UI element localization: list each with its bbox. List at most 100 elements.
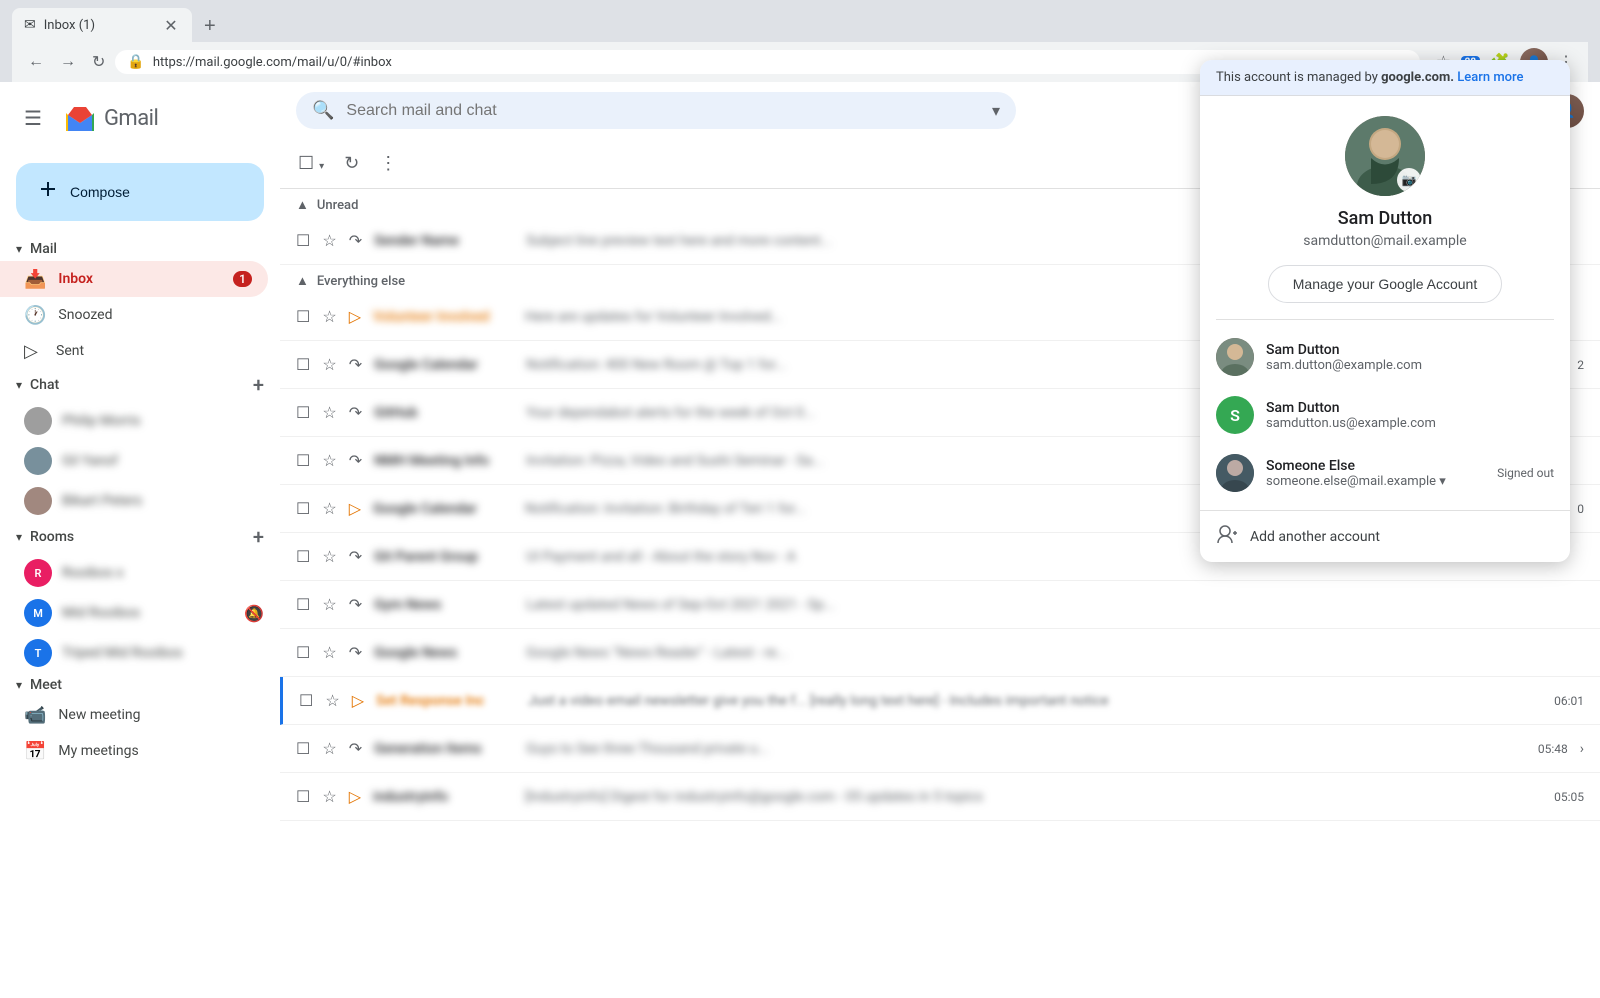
account-list-item[interactable]: Someone Else someone.else@mail.example ▾… <box>1200 444 1570 502</box>
profile-avatar[interactable]: 📷 <box>1345 116 1425 196</box>
account-dropdown: This account is managed by google.com. L… <box>1200 60 1570 562</box>
row-checkbox[interactable]: ☐ <box>296 595 310 614</box>
star-icon[interactable]: ☆ <box>322 547 336 566</box>
star-icon[interactable]: ☆ <box>322 355 336 374</box>
refresh-button[interactable]: ↻ <box>86 48 111 76</box>
snooze-icon[interactable]: ↷ <box>349 355 362 374</box>
star-icon[interactable]: ☆ <box>322 231 336 250</box>
forward-button[interactable]: → <box>54 49 82 75</box>
compose-label: Compose <box>70 184 130 200</box>
row-checkbox[interactable]: ☐ <box>299 691 313 710</box>
snooze-icon[interactable]: ↷ <box>349 231 362 250</box>
row-checkbox[interactable]: ☐ <box>296 231 310 250</box>
rooms-item-0[interactable]: R Rooibos x <box>0 553 280 593</box>
back-button[interactable]: ← <box>22 49 50 75</box>
account-email-2: someone.else@mail.example ▾ <box>1266 474 1485 489</box>
browser-tab-active[interactable]: ✉ Inbox (1) ✕ <box>12 8 192 42</box>
star-icon[interactable]: ☆ <box>322 739 336 758</box>
snooze-icon[interactable]: ↷ <box>349 403 362 422</box>
account-list-item[interactable]: Sam Dutton sam.dutton@example.com <box>1200 328 1570 386</box>
chat-chevron-icon: ▾ <box>16 378 22 392</box>
sidebar-item-snoozed[interactable]: 🕐 Snoozed <box>0 297 268 333</box>
star-icon[interactable]: ☆ <box>322 307 336 326</box>
sidebar-item-new-meeting[interactable]: 📹 New meeting <box>0 697 268 733</box>
rooms-add-button[interactable]: + <box>253 525 264 549</box>
account-list-item[interactable]: S Sam Dutton samdutton.us@example.com <box>1200 386 1570 444</box>
chat-item-1[interactable]: Gil Yanof <box>0 441 280 481</box>
mail-section-label: Mail <box>30 241 57 257</box>
table-row[interactable]: ☐ ☆ ▷ industryinfo [Industryinfo] Digest… <box>280 773 1600 821</box>
rooms-item-1[interactable]: M Mid Rooibos 🔕 <box>0 593 280 633</box>
new-tab-button[interactable]: + <box>196 11 224 42</box>
row-checkbox[interactable]: ☐ <box>296 451 310 470</box>
snooze-icon[interactable]: ▷ <box>349 787 361 806</box>
row-checkbox[interactable]: ☐ <box>296 499 310 518</box>
row-checkbox[interactable]: ☐ <box>296 643 310 662</box>
search-input[interactable] <box>346 102 980 120</box>
account-avatar-2 <box>1216 454 1254 492</box>
select-all-button[interactable]: ☐ ▾ <box>292 147 330 180</box>
search-bar[interactable]: 🔍 ▾ <box>296 92 1016 129</box>
sent-label: Sent <box>56 343 252 359</box>
table-row[interactable]: ☐ ☆ ↷ Google News Google News "News Read… <box>280 629 1600 677</box>
row-checkbox[interactable]: ☐ <box>296 307 310 326</box>
row-checkbox[interactable]: ☐ <box>296 355 310 374</box>
new-meeting-label: New meeting <box>58 707 252 723</box>
gmail-logo-icon <box>62 101 98 137</box>
snooze-icon[interactable]: ▷ <box>352 691 364 710</box>
row-checkbox[interactable]: ☐ <box>296 739 310 758</box>
table-row[interactable]: ☐ ☆ ↷ Generation Items Guys to See three… <box>280 725 1600 773</box>
gmail-logo: Gmail <box>62 101 158 137</box>
search-dropdown-icon[interactable]: ▾ <box>992 101 1000 120</box>
star-icon[interactable]: ☆ <box>322 451 336 470</box>
snooze-icon[interactable]: ↷ <box>349 643 362 662</box>
expand-icon[interactable]: › <box>1580 741 1584 757</box>
learn-more-link[interactable]: Learn more <box>1457 70 1523 85</box>
snooze-icon[interactable]: ↷ <box>349 451 362 470</box>
profile-email: samdutton@mail.example <box>1303 233 1466 249</box>
mail-section-header[interactable]: ▾ Mail <box>0 237 280 261</box>
rooms-section-header[interactable]: ▾ Rooms + <box>0 521 280 553</box>
star-icon[interactable]: ☆ <box>325 691 339 710</box>
inbox-badge: 1 <box>233 271 252 287</box>
refresh-button[interactable]: ↻ <box>338 147 365 180</box>
sidebar: ☰ Gmail Compose ▾ Mail <box>0 82 280 998</box>
table-row[interactable]: ☐ ☆ ▷ Set Response Inc Just a video emai… <box>280 677 1600 725</box>
snooze-icon[interactable]: ▷ <box>349 307 361 326</box>
star-icon[interactable]: ☆ <box>322 643 336 662</box>
compose-button[interactable]: Compose <box>16 163 264 221</box>
rooms-name-1: Mid Rooibos <box>62 605 140 621</box>
star-icon[interactable]: ☆ <box>322 787 336 806</box>
star-icon[interactable]: ☆ <box>322 595 336 614</box>
hamburger-menu-button[interactable]: ☰ <box>16 98 50 139</box>
camera-icon[interactable]: 📷 <box>1397 168 1421 192</box>
rooms-item-2[interactable]: T Triped Mid Rooibos <box>0 633 280 673</box>
star-icon[interactable]: ☆ <box>322 403 336 422</box>
row-checkbox[interactable]: ☐ <box>296 403 310 422</box>
rooms-name-2: Triped Mid Rooibos <box>62 645 183 661</box>
sidebar-item-my-meetings[interactable]: 📅 My meetings <box>0 733 268 769</box>
star-icon[interactable]: ☆ <box>322 499 336 518</box>
meet-section-header[interactable]: ▾ Meet <box>0 673 280 697</box>
add-account-item[interactable]: Add another account <box>1200 510 1570 562</box>
sidebar-item-inbox[interactable]: 📥 Inbox 1 <box>0 261 268 297</box>
more-options-button[interactable]: ⋮ <box>373 147 403 180</box>
chat-item-0[interactable]: Philip Morris <box>0 401 280 441</box>
snooze-icon[interactable]: ↷ <box>349 595 362 614</box>
table-row[interactable]: ☐ ☆ ↷ Gym News Latest updated News of Se… <box>280 581 1600 629</box>
chat-add-button[interactable]: + <box>253 373 264 397</box>
snoozed-label: Snoozed <box>58 307 252 323</box>
chat-section-header[interactable]: ▾ Chat + <box>0 369 280 401</box>
tab-close-button[interactable]: ✕ <box>162 16 180 34</box>
checkbox-icon: ☐ <box>298 153 314 173</box>
snooze-icon[interactable]: ↷ <box>349 739 362 758</box>
row-checkbox[interactable]: ☐ <box>296 787 310 806</box>
manage-account-button[interactable]: Manage your Google Account <box>1268 265 1502 303</box>
email-snippet: Guys to See three Thousand private u... <box>526 741 1506 757</box>
chat-item-2[interactable]: Bikart Peters <box>0 481 280 521</box>
row-checkbox[interactable]: ☐ <box>296 547 310 566</box>
account-info-0: Sam Dutton sam.dutton@example.com <box>1266 342 1554 373</box>
sidebar-item-sent[interactable]: ▷ Sent <box>0 333 268 369</box>
snooze-icon[interactable]: ▷ <box>349 499 361 518</box>
snooze-icon[interactable]: ↷ <box>349 547 362 566</box>
